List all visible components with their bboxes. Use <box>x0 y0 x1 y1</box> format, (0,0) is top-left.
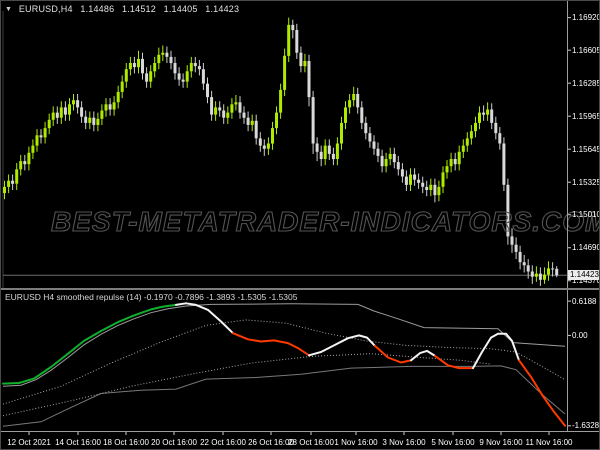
chart-header: ▼ EURUSD,H4 1.14486 1.14512 1.14405 1.14… <box>5 4 244 14</box>
repulse-main-line <box>175 302 234 335</box>
indicator-label: EURUSD H4 smoothed repulse (14) -0.1970 … <box>5 292 298 302</box>
time-axis-label: 12 Oct 2021 <box>7 438 51 447</box>
price-axis-label: 1.14690 <box>572 243 600 253</box>
chart-window: ▼ EURUSD,H4 1.14486 1.14512 1.14405 1.14… <box>0 0 600 450</box>
price-axis-label: 1.16605 <box>572 45 600 55</box>
price-axis-label: 1.16920 <box>572 13 600 23</box>
repulse-main-line <box>232 332 310 357</box>
indicator-axis-label: 0.6188 <box>572 296 597 306</box>
repulse-main-line <box>308 334 376 357</box>
signal-dotted-upper-line <box>2 319 566 405</box>
current-price-label: 1.14423 <box>568 270 599 280</box>
lower-band-line <box>2 365 566 427</box>
time-axis-label: 9 Nov 16:00 <box>479 438 523 447</box>
indicator-axis-label: -1.6328 <box>572 421 600 431</box>
price-axis-label: 1.15325 <box>572 177 600 187</box>
upper-band-line <box>2 303 566 387</box>
chart-dropdown-icon[interactable]: ▼ <box>5 6 12 13</box>
ohlc-low: 1.14405 <box>163 4 198 14</box>
time-axis-label: 26 Oct 16:00 <box>248 438 294 447</box>
time-axis-label: 18 Oct 16:00 <box>103 438 149 447</box>
time-axis-label: 1 Nov 16:00 <box>334 438 378 447</box>
repulse-main-line <box>518 359 566 427</box>
panel-divider[interactable] <box>1 288 599 290</box>
time-axis-separator <box>1 431 599 432</box>
ohlc-open: 1.14486 <box>80 4 115 14</box>
indicator-axis-label: 0.00 <box>572 330 588 340</box>
symbol-period-label: EURUSD,H4 <box>18 4 73 14</box>
ohlc-close: 1.14423 <box>205 4 240 14</box>
time-axis-label: 20 Oct 16:00 <box>151 438 197 447</box>
price-axis-label: 1.15645 <box>572 144 600 154</box>
repulse-main-line <box>374 344 412 364</box>
repulse-main-line <box>410 349 436 362</box>
price-axis-separator <box>567 1 568 431</box>
price-axis-label: 1.15010 <box>572 210 600 220</box>
repulse-main-line <box>2 303 177 385</box>
price-axis-label: 1.16285 <box>572 78 600 88</box>
price-axis[interactable]: 1.16920 1.16605 1.16285 1.15965 1.15645 1.153… <box>567 1 600 431</box>
time-axis-label: 3 Nov 16:00 <box>382 438 426 447</box>
time-axis[interactable]: 12 Oct 2021 14 Oct 16:00 18 Oct 16:00 20 Oc… <box>1 432 599 449</box>
chart-canvas[interactable] <box>1 1 600 450</box>
candlestick-series <box>3 17 559 286</box>
time-axis-label: 5 Nov 16:00 <box>431 438 475 447</box>
time-axis-label: 22 Oct 16:00 <box>200 438 246 447</box>
time-axis-label: 14 Oct 16:00 <box>55 438 101 447</box>
time-axis-label: 11 Nov 16:00 <box>525 438 573 447</box>
time-axis-label: 28 Oct 16:00 <box>288 438 334 447</box>
signal-dotted-lower-line <box>2 353 492 417</box>
price-axis-label: 1.15965 <box>572 111 600 121</box>
ohlc-high: 1.14512 <box>122 4 156 14</box>
